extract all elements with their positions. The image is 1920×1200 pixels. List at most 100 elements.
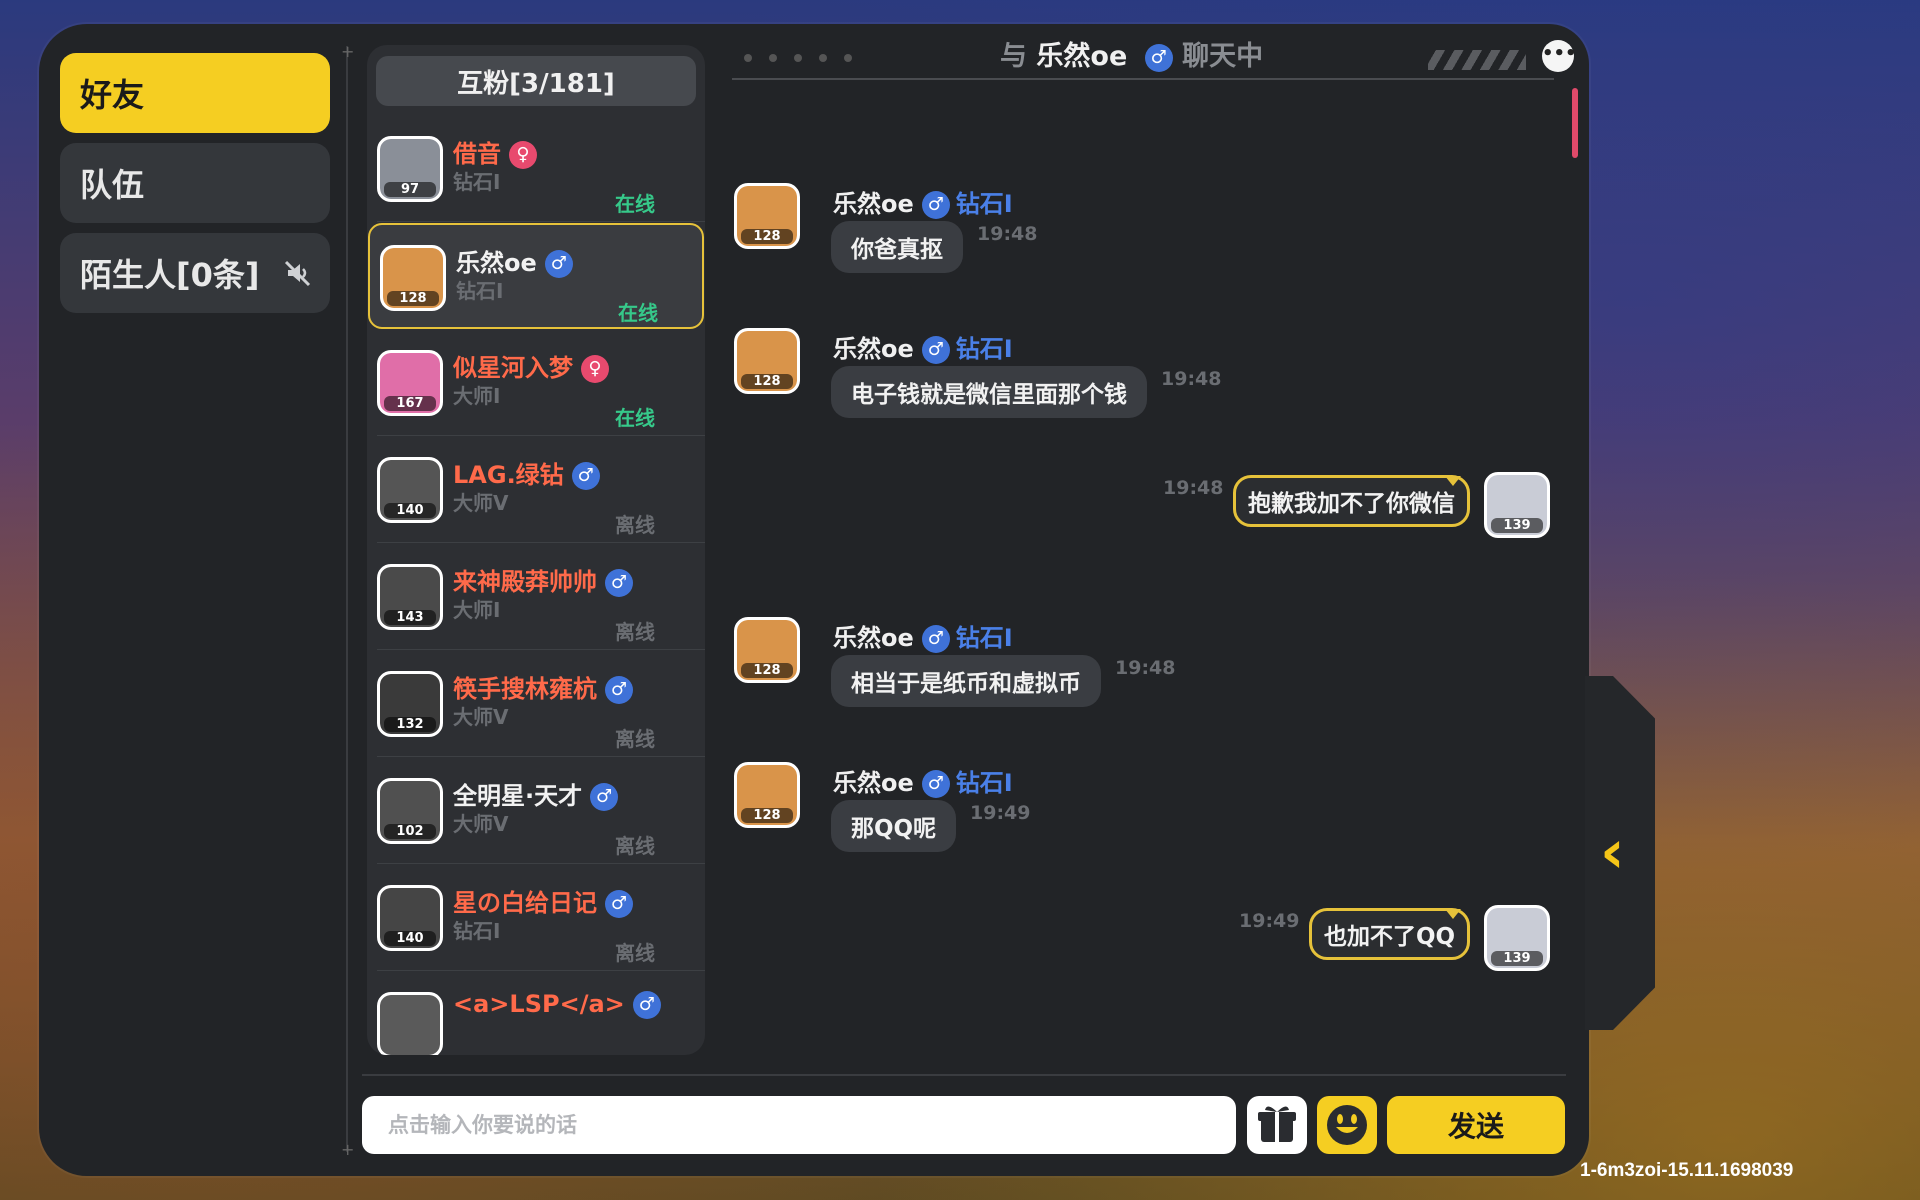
friend-list-item[interactable]: 140 LAG.绿钻 ♂ 大师V 离线 bbox=[367, 437, 705, 543]
nav-divider bbox=[346, 46, 348, 1152]
chat-title-name: 乐然oe bbox=[1036, 41, 1128, 72]
friend-list-item[interactable]: 102 全明星·天才 ♂ 大师V 离线 bbox=[367, 758, 705, 864]
friend-list-item[interactable]: 128 乐然oe ♂ 钻石I 在线 bbox=[368, 223, 704, 329]
nav-friends-label: 好友 bbox=[80, 76, 145, 114]
friend-name-row: 乐然oe ♂ bbox=[456, 243, 573, 278]
avatar[interactable]: 140 bbox=[377, 885, 443, 951]
send-button[interactable]: 发送 bbox=[1387, 1096, 1565, 1154]
sender-avatar[interactable]: 128 bbox=[734, 762, 800, 828]
message-text: 电子钱就是微信里面那个钱 bbox=[851, 382, 1127, 408]
male-icon: ♂ bbox=[921, 191, 950, 219]
avatar-level: 128 bbox=[741, 374, 793, 389]
friend-status: 在线 bbox=[615, 192, 655, 216]
emoji-icon bbox=[1327, 1105, 1367, 1145]
sender-name-row: 乐然oe ♂ 钻石I bbox=[833, 763, 1013, 798]
avatar[interactable]: 128 bbox=[380, 245, 446, 311]
message-text: 那QQ呢 bbox=[851, 816, 937, 842]
nav-team[interactable]: 队伍 bbox=[60, 143, 330, 223]
avatar-level: 128 bbox=[741, 229, 793, 244]
female-icon: ♀ bbox=[509, 141, 537, 169]
male-icon: ♂ bbox=[921, 770, 950, 798]
my-message-bubble[interactable]: 抱歉我加不了你微信 bbox=[1233, 475, 1470, 527]
friend-list-header-label: 互粉[3/181] bbox=[457, 68, 615, 99]
message-bubble[interactable]: 那QQ呢 bbox=[831, 800, 957, 852]
more-icon[interactable]: ••• bbox=[1542, 40, 1577, 72]
sender-avatar[interactable]: 128 bbox=[734, 617, 800, 683]
sender-rank: 钻石I bbox=[955, 190, 1013, 218]
sender-name-row: 乐然oe ♂ 钻石I bbox=[833, 618, 1013, 653]
message-time: 19:49 bbox=[1239, 910, 1300, 932]
friend-name-row: LAG.绿钻 ♂ bbox=[453, 455, 600, 490]
sender-name: 乐然oe bbox=[833, 624, 914, 652]
my-message-bubble[interactable]: 也加不了QQ bbox=[1309, 908, 1471, 960]
avatar[interactable] bbox=[377, 992, 443, 1055]
message-input[interactable] bbox=[362, 1096, 1236, 1154]
avatar[interactable]: 143 bbox=[377, 564, 443, 630]
chat-scrollbar[interactable] bbox=[1572, 88, 1578, 158]
avatar[interactable]: 97 bbox=[377, 136, 443, 202]
chevron-left-icon[interactable]: ‹ bbox=[1600, 822, 1625, 882]
friend-list-item[interactable]: 143 来神殿莽帅帅 ♂ 大师I 离线 bbox=[367, 544, 705, 650]
friend-status: 离线 bbox=[615, 513, 655, 537]
friend-rank: 大师I bbox=[453, 598, 501, 622]
friend-list-item[interactable]: 132 筷手搜林雍杭 ♂ 大师V 离线 bbox=[367, 651, 705, 757]
avatar[interactable]: 167 bbox=[377, 350, 443, 416]
avatar[interactable]: 132 bbox=[377, 671, 443, 737]
plus-deco: + bbox=[341, 1140, 355, 1159]
chat-title: 与 乐然oe ♂ 聊天中 bbox=[1000, 34, 1263, 73]
gift-button[interactable] bbox=[1247, 1096, 1307, 1154]
message-text: 抱歉我加不了你微信 bbox=[1248, 491, 1455, 517]
message-text: 相当于是纸币和虚拟币 bbox=[851, 671, 1081, 697]
friend-list-item[interactable]: 140 星の白给日记 ♂ 钻石I 离线 bbox=[367, 865, 705, 971]
avatar[interactable]: 102 bbox=[377, 778, 443, 844]
friend-list-item[interactable]: <a>LSP</a> ♂ bbox=[367, 972, 705, 1055]
avatar-level: 128 bbox=[387, 291, 439, 306]
friend-name: 星の白给日记 bbox=[453, 889, 597, 917]
male-icon: ♂ bbox=[921, 336, 950, 364]
male-icon: ♂ bbox=[590, 783, 619, 811]
avatar-level: 140 bbox=[384, 931, 436, 946]
sender-rank: 钻石I bbox=[955, 769, 1013, 797]
message-time: 19:48 bbox=[1115, 657, 1176, 679]
message-bubble[interactable]: 你爸真抠 bbox=[831, 221, 963, 273]
friend-name-row: <a>LSP</a> ♂ bbox=[453, 990, 661, 1019]
sender-avatar[interactable]: 128 bbox=[734, 183, 800, 249]
avatar-level: 140 bbox=[384, 503, 436, 518]
nav-strangers-label: 陌生人[0条] bbox=[80, 256, 260, 294]
nav-friends[interactable]: 好友 bbox=[60, 53, 330, 133]
friend-list-item[interactable]: 97 借音 ♀ 钻石I 在线 bbox=[367, 116, 705, 222]
nav-strangers[interactable]: 陌生人[0条] bbox=[60, 233, 330, 313]
sender-rank: 钻石I bbox=[955, 624, 1013, 652]
friend-list[interactable]: 互粉[3/181] 97 借音 ♀ 钻石I 在线 128 乐然oe ♂ 钻石I 在线 167 似星河入… bbox=[367, 45, 705, 1055]
friend-name-row: 借音 ♀ bbox=[453, 134, 537, 169]
my-avatar[interactable]: 139 bbox=[1484, 905, 1550, 971]
friend-status: 在线 bbox=[618, 301, 658, 325]
friend-name-row: 似星河入梦 ♀ bbox=[453, 348, 609, 383]
friend-name: 全明星·天才 bbox=[453, 782, 583, 810]
friend-rank: 大师V bbox=[453, 812, 509, 836]
avatar[interactable]: 140 bbox=[377, 457, 443, 523]
friend-name: 借音 bbox=[453, 140, 501, 168]
my-avatar[interactable]: 139 bbox=[1484, 472, 1550, 538]
gift-icon bbox=[1258, 1106, 1296, 1142]
sender-name: 乐然oe bbox=[833, 335, 914, 363]
friend-rank: 钻石I bbox=[453, 919, 501, 943]
version-label: 1-6m3zoi-15.11.1698039 bbox=[1580, 1160, 1794, 1181]
friend-list-header[interactable]: 互粉[3/181] bbox=[376, 56, 696, 106]
friend-name: 来神殿莽帅帅 bbox=[453, 568, 597, 596]
friend-name: 乐然oe bbox=[456, 249, 537, 277]
emoji-button[interactable] bbox=[1317, 1096, 1377, 1154]
friend-name: LAG.绿钻 bbox=[453, 461, 564, 489]
avatar-level: 132 bbox=[384, 717, 436, 732]
sender-avatar[interactable]: 128 bbox=[734, 328, 800, 394]
sender-rank: 钻石I bbox=[955, 335, 1013, 363]
chat-title-prefix: 与 bbox=[1000, 41, 1027, 72]
friend-name: <a>LSP</a> bbox=[453, 990, 625, 1018]
message-time: 19:48 bbox=[977, 223, 1038, 245]
male-icon: ♂ bbox=[605, 569, 633, 597]
message-bubble[interactable]: 相当于是纸币和虚拟币 bbox=[831, 655, 1101, 707]
friend-name-row: 筷手搜林雍杭 ♂ bbox=[453, 669, 633, 704]
mute-icon[interactable] bbox=[282, 258, 312, 288]
friend-list-item[interactable]: 167 似星河入梦 ♀ 大师I 在线 bbox=[367, 330, 705, 436]
message-bubble[interactable]: 电子钱就是微信里面那个钱 bbox=[831, 366, 1147, 418]
